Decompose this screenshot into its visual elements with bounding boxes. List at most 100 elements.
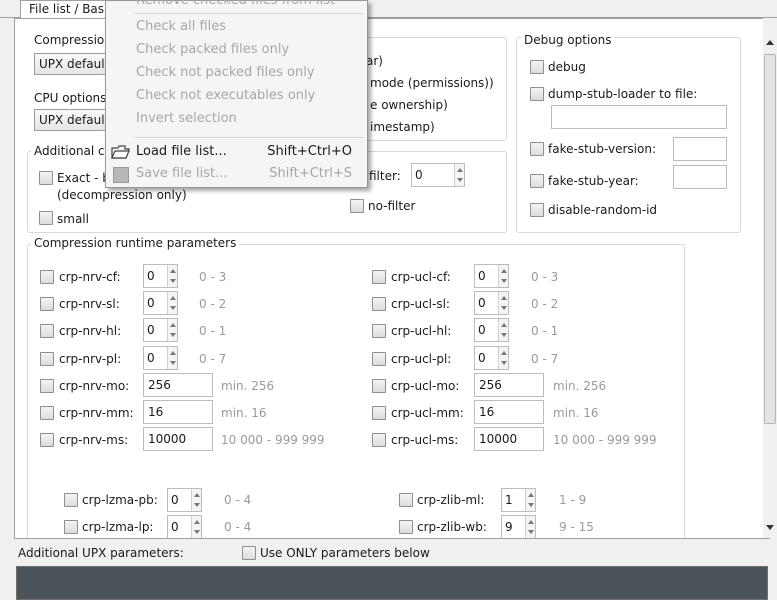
right-checkbox-5[interactable]	[372, 406, 386, 420]
right-checkbox-4[interactable]	[372, 378, 386, 393]
lzma-range-1: 0 - 4	[224, 520, 252, 534]
right-label-2: crp-ucl-hl:	[391, 324, 452, 339]
zlib-spinbox-0[interactable]: 1	[501, 488, 536, 512]
debug-label: debug	[548, 60, 586, 74]
right-input-5[interactable]: 16	[474, 400, 544, 424]
lzma-checkbox-0[interactable]	[64, 493, 78, 507]
scroll-up-icon[interactable]	[766, 40, 774, 45]
menu-separator	[134, 13, 364, 14]
scroll-down-icon[interactable]	[766, 525, 774, 530]
right-range-4: min. 256	[553, 378, 607, 393]
left-checkbox-4[interactable]	[40, 378, 54, 393]
zlib-label-1: crp-zlib-wb:	[417, 520, 487, 534]
right-range-5: min. 16	[553, 406, 599, 420]
additional-upx-parameters-label: Additional UPX parameters:	[18, 546, 184, 560]
no-filter-checkbox[interactable]	[350, 199, 364, 213]
left-checkbox-3[interactable]	[40, 351, 54, 366]
left-spinbox-0[interactable]: 0	[143, 264, 178, 288]
overlay-option-3[interactable]: e ownership)	[370, 98, 448, 112]
right-spinbox-3[interactable]: 0	[474, 345, 509, 370]
menu-item-7[interactable]: Save file list...	[136, 166, 227, 181]
left-input-6[interactable]: 10000	[143, 427, 213, 452]
fake-stub-year-checkbox[interactable]	[530, 174, 544, 188]
spin-arrows-icon[interactable]	[498, 292, 508, 315]
left-checkbox-6[interactable]	[40, 433, 54, 448]
spin-arrows-icon[interactable]	[191, 516, 201, 538]
left-value-0: 0	[147, 269, 155, 283]
right-value-4: 256	[479, 377, 502, 392]
lzma-value-0: 0	[171, 493, 179, 507]
right-checkbox-2[interactable]	[372, 324, 386, 339]
exact-label: Exact - b	[57, 171, 110, 185]
menu-item-4[interactable]: Check not executables only	[136, 88, 315, 103]
spin-arrows-icon[interactable]	[191, 489, 201, 511]
left-label-1: crp-nrv-sl:	[59, 297, 120, 312]
fake-stub-year-input[interactable]	[673, 165, 727, 189]
dump-stub-loader-checkbox[interactable]	[530, 87, 544, 101]
zlib-checkbox-1[interactable]	[399, 520, 413, 534]
right-value-3: 0	[478, 350, 486, 365]
fake-stub-version-input[interactable]	[673, 137, 727, 161]
compression-label: Compression	[34, 33, 112, 47]
vertical-scrollbar[interactable]	[763, 18, 777, 538]
menu-item-5[interactable]: Invert selection	[136, 111, 237, 126]
lzma-checkbox-1[interactable]	[64, 520, 78, 534]
spin-arrows-icon[interactable]	[525, 516, 535, 538]
right-checkbox-6[interactable]	[372, 433, 386, 448]
left-input-5[interactable]: 16	[143, 400, 213, 424]
zlib-spinbox-1[interactable]: 9	[501, 515, 536, 538]
debug-checkbox[interactable]	[530, 60, 544, 74]
right-input-4[interactable]: 256	[474, 372, 544, 397]
right-label-0: crp-ucl-cf:	[391, 270, 451, 284]
left-spinbox-3[interactable]: 0	[143, 345, 178, 370]
left-checkbox-5[interactable]	[40, 406, 54, 420]
right-checkbox-0[interactable]	[372, 270, 386, 284]
exact-checkbox[interactable]	[39, 171, 53, 185]
spin-arrows-icon[interactable]	[167, 265, 177, 287]
right-spinbox-2[interactable]: 0	[474, 318, 509, 343]
left-spinbox-1[interactable]: 0	[143, 291, 178, 316]
spin-arrows-icon[interactable]	[167, 292, 177, 315]
overlay-option-4[interactable]: imestamp)	[370, 120, 435, 134]
disable-random-id-checkbox[interactable]	[530, 203, 544, 217]
fake-stub-version-checkbox[interactable]	[530, 142, 544, 156]
spin-arrows-icon[interactable]	[498, 319, 508, 342]
right-spinbox-1[interactable]: 0	[474, 291, 509, 316]
menu-item-2[interactable]: Check packed files only	[136, 42, 289, 57]
right-checkbox-1[interactable]	[372, 297, 386, 312]
left-checkbox-2[interactable]	[40, 324, 54, 339]
spin-arrows-icon[interactable]	[167, 319, 177, 342]
right-checkbox-3[interactable]	[372, 351, 386, 366]
additional-parameters-textarea[interactable]	[16, 566, 768, 600]
left-checkbox-0[interactable]	[40, 270, 54, 284]
spin-arrows-icon[interactable]	[498, 265, 508, 287]
dump-stub-loader-input[interactable]	[551, 105, 727, 129]
overlay-option-1[interactable]: ar)	[366, 54, 383, 68]
filter-spinbox[interactable]: 0	[411, 163, 465, 187]
right-input-6[interactable]: 10000	[474, 427, 544, 452]
spin-arrows-icon[interactable]	[454, 164, 464, 186]
menu-item-1[interactable]: Check all files	[136, 19, 226, 34]
right-spinbox-0[interactable]: 0	[474, 264, 509, 288]
spin-arrows-icon[interactable]	[525, 489, 535, 511]
menu-item-6[interactable]: Load file list...	[136, 144, 227, 159]
left-spinbox-2[interactable]: 0	[143, 318, 178, 343]
left-checkbox-1[interactable]	[40, 297, 54, 312]
lzma-spinbox-0[interactable]: 0	[167, 488, 202, 512]
left-label-2: crp-nrv-hl:	[59, 324, 122, 339]
left-range-2: 0 - 1	[199, 324, 227, 339]
overlay-option-2[interactable]: mode (permissions))	[370, 76, 494, 90]
small-checkbox[interactable]	[39, 211, 53, 225]
scroll-thumb[interactable]	[764, 54, 776, 424]
menu-item-shortcut: Shift+Ctrl+O	[267, 144, 352, 159]
spin-arrows-icon[interactable]	[498, 346, 508, 369]
zlib-checkbox-0[interactable]	[399, 493, 413, 507]
menu-item-3[interactable]: Check not packed files only	[136, 65, 315, 80]
use-only-parameters-checkbox[interactable]	[242, 546, 256, 560]
left-input-4[interactable]: 256	[143, 372, 213, 397]
right-label-6: crp-ucl-ms:	[391, 433, 459, 448]
menu-item-0[interactable]: Remove checked files from list	[136, 0, 335, 8]
lzma-spinbox-1[interactable]: 0	[167, 515, 202, 538]
left-label-0: crp-nrv-cf:	[59, 270, 121, 284]
spin-arrows-icon[interactable]	[167, 346, 177, 369]
